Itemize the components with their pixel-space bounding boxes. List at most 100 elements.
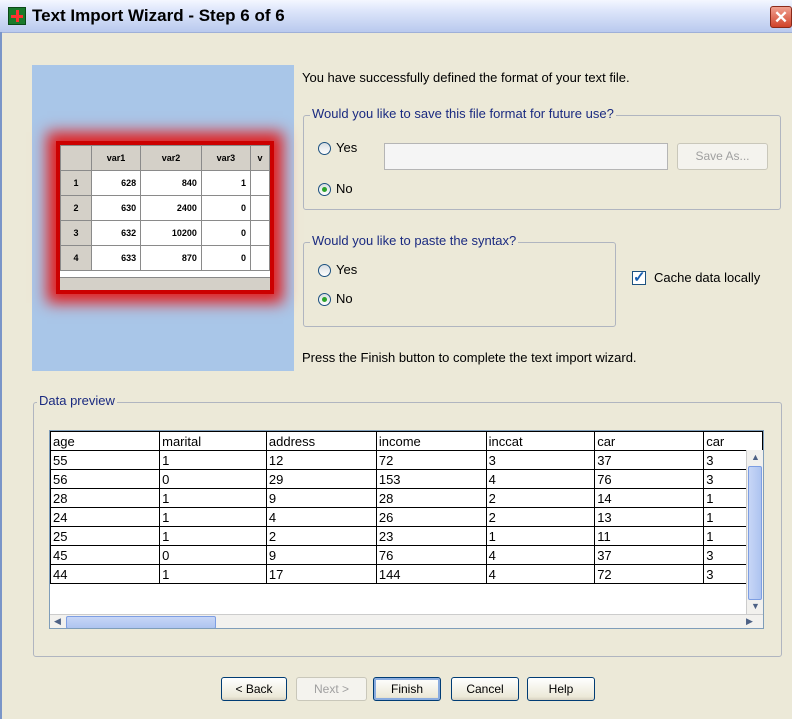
- table-cell: 153: [375, 469, 487, 489]
- wizard-illustration-panel: var1 var2 var3 v 1 628 840 1 2 630 2400 …: [32, 65, 294, 371]
- horizontal-scroll-thumb[interactable]: [66, 616, 216, 628]
- paste-syntax-yes-label[interactable]: Yes: [336, 262, 357, 277]
- finish-button[interactable]: Finish: [373, 677, 441, 701]
- table-cell: 37: [594, 545, 705, 565]
- cache-data-label[interactable]: Cache data locally: [654, 270, 760, 285]
- illustration-header-row: var1 var2 var3 v: [60, 145, 270, 171]
- table-cell: 24: [50, 507, 161, 527]
- illustration-row: 3 632 10200 0: [60, 220, 270, 246]
- close-icon[interactable]: ✕: [770, 6, 792, 28]
- table-cell: 25: [50, 526, 161, 546]
- illustration-cell: 0: [200, 195, 252, 221]
- window-title: Text Import Wizard - Step 6 of 6: [32, 6, 285, 25]
- illustration-cell: 1: [200, 170, 252, 196]
- next-button[interactable]: Next >: [296, 677, 367, 701]
- table-cell: 2: [265, 526, 377, 546]
- table-cell: 144: [375, 564, 487, 584]
- illustration-cell: [250, 245, 270, 271]
- table-cell: 44: [50, 564, 161, 584]
- table-cell: 1: [159, 488, 267, 508]
- table-cell: 29: [265, 469, 377, 489]
- illustration-cell: 633: [90, 245, 142, 271]
- table-cell: 55: [50, 450, 161, 470]
- title-bar[interactable]: Text Import Wizard - Step 6 of 6 ✕: [0, 0, 792, 33]
- save-format-filename-input[interactable]: [384, 143, 668, 170]
- table-cell: 17: [265, 564, 377, 584]
- illustration-cell: 2: [60, 195, 92, 221]
- table-cell: 1: [159, 526, 267, 546]
- table-cell: 72: [594, 564, 705, 584]
- paste-syntax-yes-radio[interactable]: [318, 264, 331, 277]
- table-cell: 2: [485, 488, 596, 508]
- paste-syntax-no-radio[interactable]: [318, 293, 331, 306]
- illustration-row: 2 630 2400 0: [60, 195, 270, 221]
- save-as-button[interactable]: Save As...: [677, 143, 768, 170]
- table-row: 24 1 4 26 2 13 1: [50, 507, 763, 527]
- table-cell: 37: [594, 450, 705, 470]
- column-header[interactable]: inccat: [485, 431, 596, 451]
- column-header[interactable]: marital: [159, 431, 267, 451]
- illustration-data-grid: var1 var2 var3 v 1 628 840 1 2 630 2400 …: [56, 141, 274, 294]
- table-cell: 1: [159, 507, 267, 527]
- illustration-cell: 1: [60, 170, 92, 196]
- save-format-yes-label[interactable]: Yes: [336, 140, 357, 155]
- illustration-row: 1 628 840 1: [60, 170, 270, 196]
- illustration-cell: 4: [60, 245, 92, 271]
- paste-syntax-no-label[interactable]: No: [336, 291, 353, 306]
- table-cell: 14: [594, 488, 705, 508]
- illustration-cell: 10200: [140, 220, 202, 246]
- save-format-no-radio[interactable]: [318, 183, 331, 196]
- table-cell: 3: [485, 450, 596, 470]
- illustration-header-cell: [60, 145, 92, 171]
- scroll-up-icon[interactable]: ▲: [751, 452, 760, 462]
- illustration-header-cell: v: [250, 145, 270, 171]
- table-cell: 28: [50, 488, 161, 508]
- column-header[interactable]: car: [594, 431, 705, 451]
- horizontal-scrollbar[interactable]: ◀ ▶: [50, 614, 763, 628]
- illustration-scrollbar: [60, 277, 270, 290]
- scroll-down-icon[interactable]: ▼: [751, 601, 760, 611]
- column-header[interactable]: age: [50, 431, 161, 451]
- paste-syntax-group: [303, 242, 616, 327]
- table-cell: 9: [265, 545, 377, 565]
- table-cell: 4: [485, 564, 596, 584]
- help-button[interactable]: Help: [527, 677, 595, 701]
- table-cell: 12: [265, 450, 377, 470]
- table-cell: 76: [594, 469, 705, 489]
- table-cell: 4: [485, 469, 596, 489]
- back-button[interactable]: < Back: [221, 677, 287, 701]
- illustration-cell: 628: [90, 170, 142, 196]
- illustration-cell: 0: [200, 245, 252, 271]
- scroll-right-icon[interactable]: ▶: [746, 616, 753, 627]
- save-format-legend: Would you like to save this file format …: [310, 106, 616, 121]
- vertical-scroll-thumb[interactable]: [748, 466, 762, 600]
- illustration-cell: 840: [140, 170, 202, 196]
- table-cell: 45: [50, 545, 161, 565]
- table-cell: 28: [375, 488, 487, 508]
- table-row: 25 1 2 23 1 11 1: [50, 526, 763, 546]
- table-cell: 13: [594, 507, 705, 527]
- column-header[interactable]: car: [703, 431, 763, 451]
- column-header[interactable]: address: [265, 431, 377, 451]
- table-cell: 0: [159, 469, 267, 489]
- intro-text: You have successfully defined the format…: [302, 70, 630, 85]
- scroll-left-icon[interactable]: ◀: [54, 616, 61, 627]
- save-format-no-label[interactable]: No: [336, 181, 353, 196]
- illustration-cell: [250, 195, 270, 221]
- data-preview-table: age marital address income inccat car ca…: [50, 431, 763, 584]
- table-cell: 0: [159, 545, 267, 565]
- table-cell: 56: [50, 469, 161, 489]
- column-header[interactable]: income: [375, 431, 487, 451]
- paste-syntax-legend: Would you like to paste the syntax?: [310, 233, 519, 248]
- table-cell: 76: [375, 545, 487, 565]
- vertical-scrollbar[interactable]: ▲ ▼: [746, 450, 763, 614]
- table-row: 45 0 9 76 4 37 3: [50, 545, 763, 565]
- cancel-button[interactable]: Cancel: [451, 677, 519, 701]
- data-preview-grid[interactable]: age marital address income inccat car ca…: [49, 430, 764, 629]
- table-row: 44 1 17 144 4 72 3: [50, 564, 763, 584]
- illustration-cell: 630: [90, 195, 142, 221]
- illustration-row: 4 633 870 0: [60, 245, 270, 271]
- table-cell: 2: [485, 507, 596, 527]
- cache-data-checkbox[interactable]: [632, 268, 646, 286]
- save-format-yes-radio[interactable]: [318, 142, 331, 155]
